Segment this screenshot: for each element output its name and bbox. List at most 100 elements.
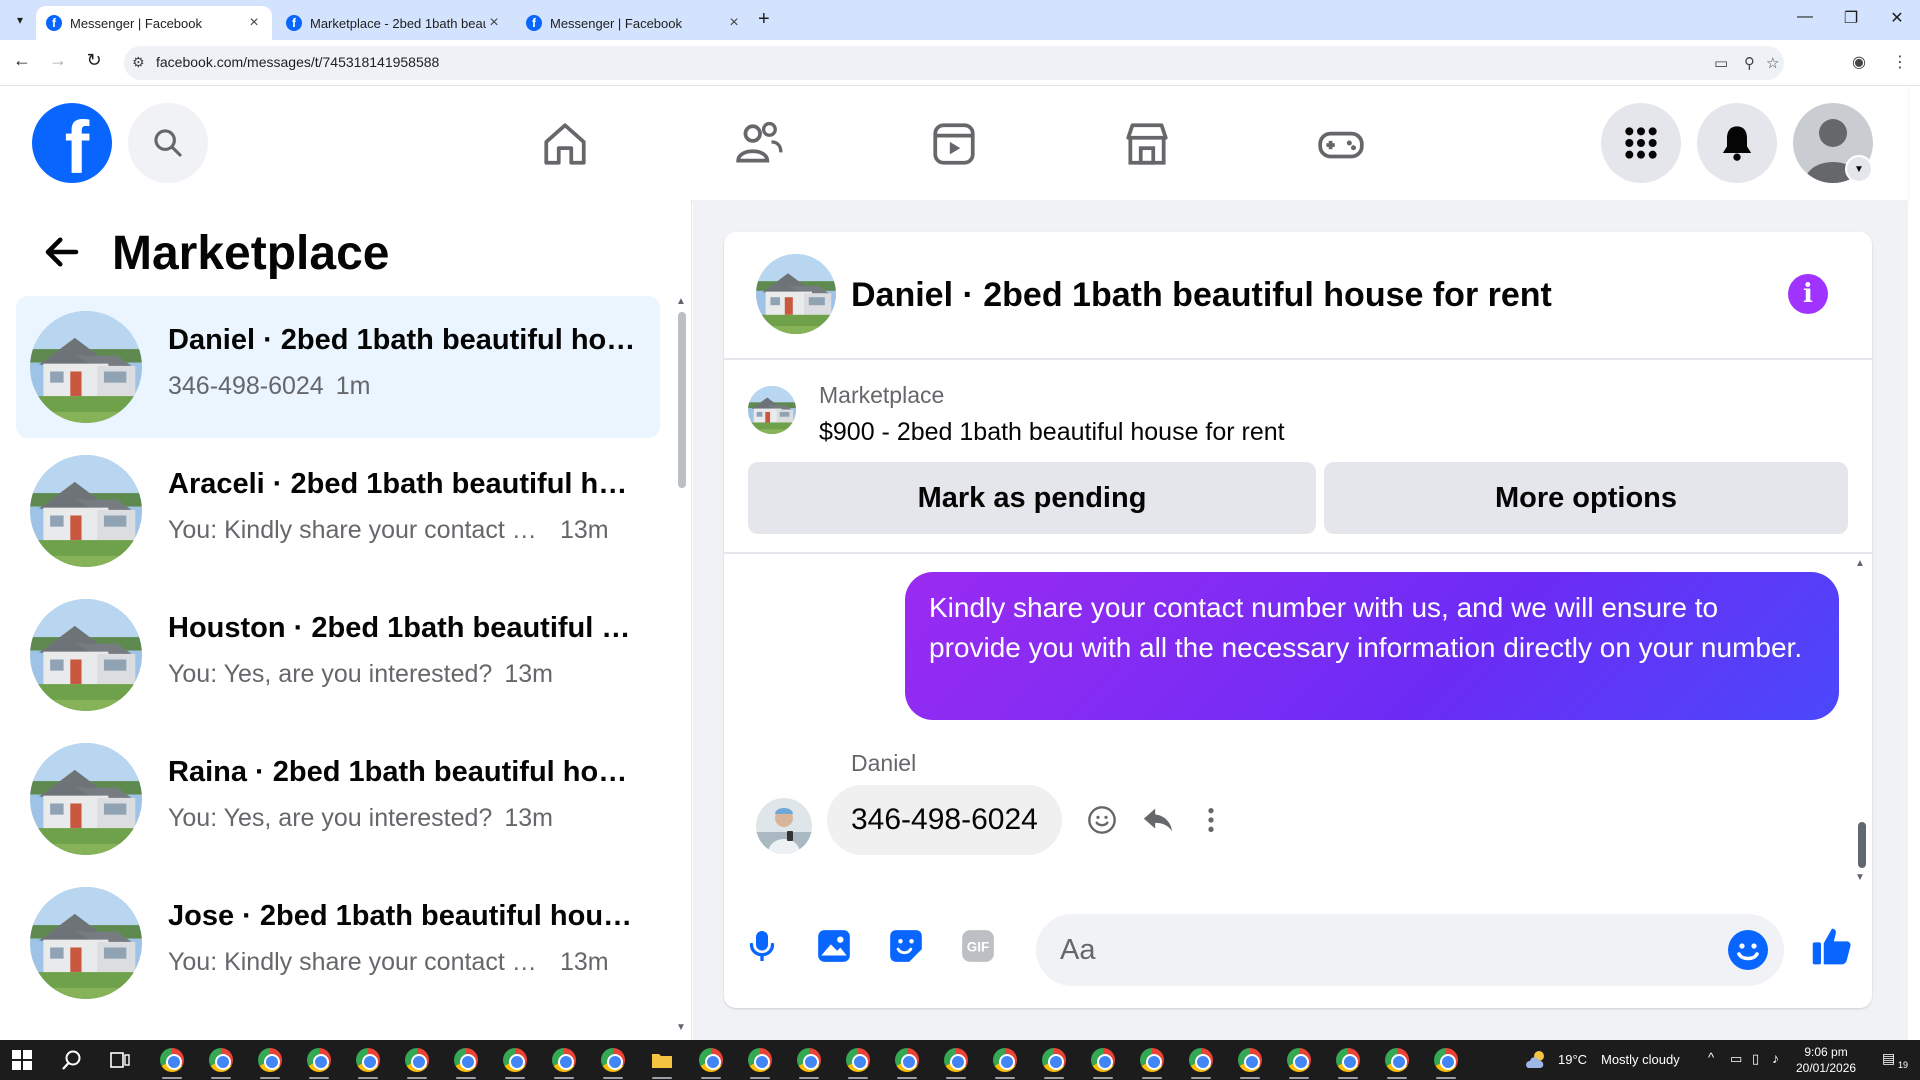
message-input[interactable]: Aa (1036, 914, 1784, 986)
chrome-taskbar-icon[interactable] (209, 1048, 233, 1072)
scroll-down-arrow-icon[interactable]: ▼ (1855, 872, 1865, 883)
listing-thumbnail[interactable] (748, 386, 796, 434)
zoom-icon[interactable]: ⚲ (1744, 54, 1755, 72)
gaming-nav[interactable] (1311, 114, 1371, 174)
scroll-up-arrow-icon[interactable]: ▲ (676, 296, 686, 307)
gif-icon[interactable]: GIF (954, 922, 1002, 970)
outgoing-message-bubble[interactable]: Kindly share your contact number with us… (905, 572, 1839, 720)
close-tab-icon[interactable]: × (726, 14, 742, 32)
system-clock[interactable]: 9:06 pm 20/01/2026 (1796, 1044, 1856, 1076)
sticker-icon[interactable] (882, 922, 930, 970)
notification-center-icon[interactable]: ▤ (1882, 1050, 1895, 1067)
conversation-item[interactable]: Jose · 2bed 1bath beautiful house for re… (16, 872, 660, 1014)
volume-icon[interactable]: ♪ (1772, 1050, 1779, 1066)
close-window-icon[interactable]: ✕ (1874, 8, 1920, 28)
weather-cloud-icon[interactable] (1524, 1048, 1548, 1072)
url-text[interactable]: facebook.com/messages/t/745318141958588 (156, 54, 439, 70)
browser-tab-messenger[interactable]: f Messenger | Facebook × (36, 6, 272, 40)
conversation-item[interactable]: Daniel · 2bed 1bath beautiful house for … (16, 296, 660, 438)
chrome-taskbar-icon[interactable] (1287, 1048, 1311, 1072)
reload-icon[interactable]: ↻ (82, 50, 106, 71)
chrome-taskbar-icon[interactable] (454, 1048, 478, 1072)
close-tab-icon[interactable]: × (486, 14, 502, 32)
microphone-icon[interactable] (738, 922, 786, 970)
windows-start-icon[interactable] (12, 1050, 32, 1070)
chrome-taskbar-icon[interactable] (699, 1048, 723, 1072)
listing-title[interactable]: $900 - 2bed 1bath beautiful house for re… (819, 418, 1285, 447)
chrome-taskbar-icon[interactable] (1140, 1048, 1164, 1072)
chrome-taskbar-icon[interactable] (307, 1048, 331, 1072)
more-options-button[interactable]: More options (1324, 462, 1848, 534)
back-button[interactable] (40, 230, 84, 274)
profile-icon[interactable]: ◉ (1852, 52, 1866, 72)
chrome-taskbar-icon[interactable] (552, 1048, 576, 1072)
battery-icon[interactable]: ▯ (1752, 1051, 1759, 1067)
chrome-taskbar-icon[interactable] (944, 1048, 968, 1072)
file-explorer-icon[interactable] (650, 1048, 674, 1072)
show-hidden-icons-chevron-icon[interactable]: ^ (1708, 1050, 1714, 1065)
menu-button[interactable] (1601, 103, 1681, 183)
scroll-up-arrow-icon[interactable]: ▲ (1855, 558, 1865, 569)
weather-description[interactable]: Mostly cloudy (1601, 1052, 1680, 1067)
chevron-down-icon[interactable]: ▼ (1845, 155, 1873, 183)
chrome-taskbar-icon[interactable] (846, 1048, 870, 1072)
reply-arrow-icon[interactable] (1138, 800, 1178, 840)
restore-window-icon[interactable]: ❐ (1828, 8, 1874, 28)
info-icon[interactable]: i (1788, 274, 1828, 314)
browser-tab-messenger-2[interactable]: f Messenger | Facebook × (516, 6, 752, 40)
chrome-taskbar-icon[interactable] (405, 1048, 429, 1072)
sender-avatar[interactable] (756, 798, 812, 854)
scroll-down-arrow-icon[interactable]: ▼ (676, 1022, 686, 1033)
friends-nav[interactable] (729, 114, 789, 174)
address-bar[interactable]: ⚙ facebook.com/messages/t/74531814195858… (124, 46, 1784, 80)
incoming-message-bubble[interactable]: 346-498-6024 (827, 785, 1062, 855)
install-app-icon[interactable]: ▭ (1714, 54, 1728, 72)
chrome-taskbar-icon[interactable] (1189, 1048, 1213, 1072)
chrome-taskbar-icon[interactable] (1091, 1048, 1115, 1072)
network-icon[interactable]: ▭ (1730, 1051, 1742, 1067)
chrome-taskbar-icon[interactable] (160, 1048, 184, 1072)
more-vertical-icon[interactable] (1191, 800, 1231, 840)
chrome-taskbar-icon[interactable] (1238, 1048, 1262, 1072)
browser-tab-marketplace[interactable]: f Marketplace - 2bed 1bath beautiful hou… (276, 6, 512, 40)
thumbs-up-like-icon[interactable] (1808, 922, 1856, 970)
mark-as-pending-button[interactable]: Mark as pending (748, 462, 1316, 534)
conversation-list-scrollbar[interactable] (678, 312, 686, 488)
chrome-taskbar-icon[interactable] (1336, 1048, 1360, 1072)
site-settings-icon[interactable]: ⚙ (132, 54, 145, 71)
chrome-taskbar-icon[interactable] (895, 1048, 919, 1072)
conversation-item[interactable]: Houston · 2bed 1bath beautiful house for… (16, 584, 660, 726)
marketplace-nav[interactable] (1117, 114, 1177, 174)
forward-arrow-icon[interactable]: → (46, 50, 70, 71)
conversation-item[interactable]: Araceli · 2bed 1bath beautiful house for… (16, 440, 660, 582)
chrome-taskbar-icon[interactable] (748, 1048, 772, 1072)
chrome-taskbar-icon[interactable] (1385, 1048, 1409, 1072)
tab-list-chevron-icon[interactable]: ▾ (8, 8, 32, 32)
chrome-taskbar-icon[interactable] (1434, 1048, 1458, 1072)
chrome-taskbar-icon[interactable] (797, 1048, 821, 1072)
attach-photo-icon[interactable] (810, 922, 858, 970)
bookmark-star-icon[interactable]: ☆ (1766, 54, 1779, 72)
weather-temperature[interactable]: 19°C (1558, 1052, 1587, 1067)
listing-house-avatar[interactable] (756, 254, 836, 334)
taskbar-search-icon[interactable] (60, 1048, 84, 1072)
chrome-taskbar-icon[interactable] (258, 1048, 282, 1072)
chrome-taskbar-icon[interactable] (993, 1048, 1017, 1072)
new-tab-plus-icon[interactable]: + (758, 8, 770, 31)
chrome-menu-icon[interactable]: ⋮ (1892, 52, 1908, 72)
chrome-taskbar-icon[interactable] (356, 1048, 380, 1072)
chrome-taskbar-icon[interactable] (601, 1048, 625, 1072)
chat-title[interactable]: Daniel · 2bed 1bath beautiful house for … (851, 276, 1552, 315)
home-nav[interactable] (535, 114, 595, 174)
notifications-button[interactable] (1697, 103, 1777, 183)
conversation-item[interactable]: Raina · 2bed 1bath beautiful house for r… (16, 728, 660, 870)
close-tab-icon[interactable]: × (246, 14, 262, 32)
minimize-window-icon[interactable]: — (1782, 8, 1828, 26)
chrome-taskbar-icon[interactable] (1042, 1048, 1066, 1072)
search-button[interactable] (128, 103, 208, 183)
emoji-icon[interactable] (1724, 926, 1772, 974)
video-nav[interactable] (924, 114, 984, 174)
facebook-logo[interactable]: f (32, 103, 112, 183)
back-arrow-icon[interactable]: ← (10, 50, 34, 71)
chrome-taskbar-icon[interactable] (503, 1048, 527, 1072)
